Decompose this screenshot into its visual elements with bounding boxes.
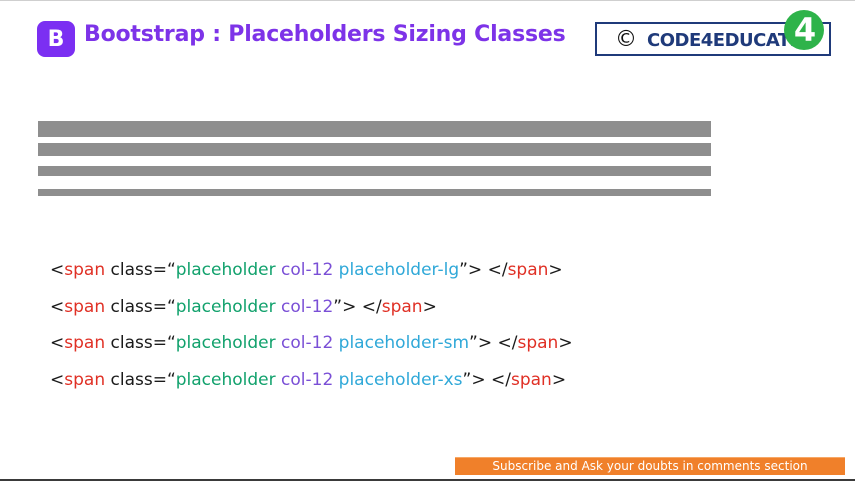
code-attr: class=“ — [105, 297, 176, 317]
code-punct: ” — [333, 297, 343, 317]
code-tag: span — [510, 370, 552, 390]
code-punct: > — [548, 260, 563, 280]
code-tag: span — [517, 333, 559, 353]
code-punct: ” — [459, 260, 468, 280]
bootstrap-logo-letter: B — [47, 26, 65, 52]
code-tag: span — [64, 370, 106, 390]
code-punct: > — [467, 260, 483, 280]
code-punct: > — [477, 333, 493, 353]
code-class-placeholder: placeholder — [175, 260, 276, 280]
code-attr: class=“ — [105, 333, 176, 353]
code-punct: </ — [356, 297, 382, 317]
code-punct: </ — [492, 333, 518, 353]
code-punct: ” — [469, 333, 478, 353]
code-class-placeholder: placeholder — [175, 333, 276, 353]
code-punct: > — [422, 297, 437, 317]
code-tag: span — [64, 260, 106, 280]
code-attr: class=“ — [105, 370, 176, 390]
brand-logo-digit: 4 — [794, 11, 816, 49]
code-class-col: col-12 — [275, 297, 334, 317]
code-punct: < — [50, 333, 65, 353]
code-class-placeholder: placeholder — [175, 370, 276, 390]
code-class-col: col-12 — [275, 260, 334, 280]
code-tag: span — [381, 297, 423, 317]
code-punct: </ — [485, 370, 511, 390]
code-punct: < — [50, 260, 65, 280]
code-class-col: col-12 — [275, 333, 334, 353]
code-attr: class=“ — [105, 260, 176, 280]
copyright-symbol: © — [615, 27, 637, 52]
code-line-lg: <span class=“placeholder col-12 placehol… — [50, 260, 563, 280]
code-tag: span — [507, 260, 549, 280]
code-punct: </ — [482, 260, 508, 280]
subscribe-banner[interactable]: Subscribe and Ask your doubts in comment… — [455, 457, 845, 475]
code-punct: < — [50, 370, 65, 390]
brand-name: CODE4EDUCATI — [647, 30, 796, 51]
code-punct: > — [558, 333, 573, 353]
code-punct: < — [50, 297, 65, 317]
code-tag: span — [64, 297, 106, 317]
code-class-col: col-12 — [275, 370, 334, 390]
code-punct: ” — [462, 370, 472, 390]
code-line-xs: <span class=“placeholder col-12 placehol… — [50, 370, 566, 390]
code-class-placeholder: placeholder — [175, 297, 276, 317]
code4education-logo-icon: 4 — [784, 10, 824, 50]
code-punct: > — [342, 297, 357, 317]
code-line-sm: <span class=“placeholder col-12 placehol… — [50, 333, 573, 353]
placeholder-bar-sm — [38, 166, 711, 176]
placeholder-bar-xs — [38, 189, 711, 196]
code-punct: > — [471, 370, 486, 390]
placeholder-bar-default — [38, 143, 711, 156]
code-punct: > — [551, 370, 567, 390]
page-title: Bootstrap : Placeholders Sizing Classes — [84, 22, 566, 47]
code-tag: span — [64, 333, 106, 353]
placeholder-bar-lg — [38, 121, 711, 137]
code-class-size: placeholder-sm — [333, 333, 470, 353]
top-divider — [0, 0, 855, 1]
code-line-default: <span class=“placeholder col-12”> </span… — [50, 297, 437, 317]
code-class-size: placeholder-lg — [333, 260, 460, 280]
bootstrap-logo-icon: B — [37, 21, 75, 57]
code-class-size: placeholder-xs — [333, 370, 463, 390]
